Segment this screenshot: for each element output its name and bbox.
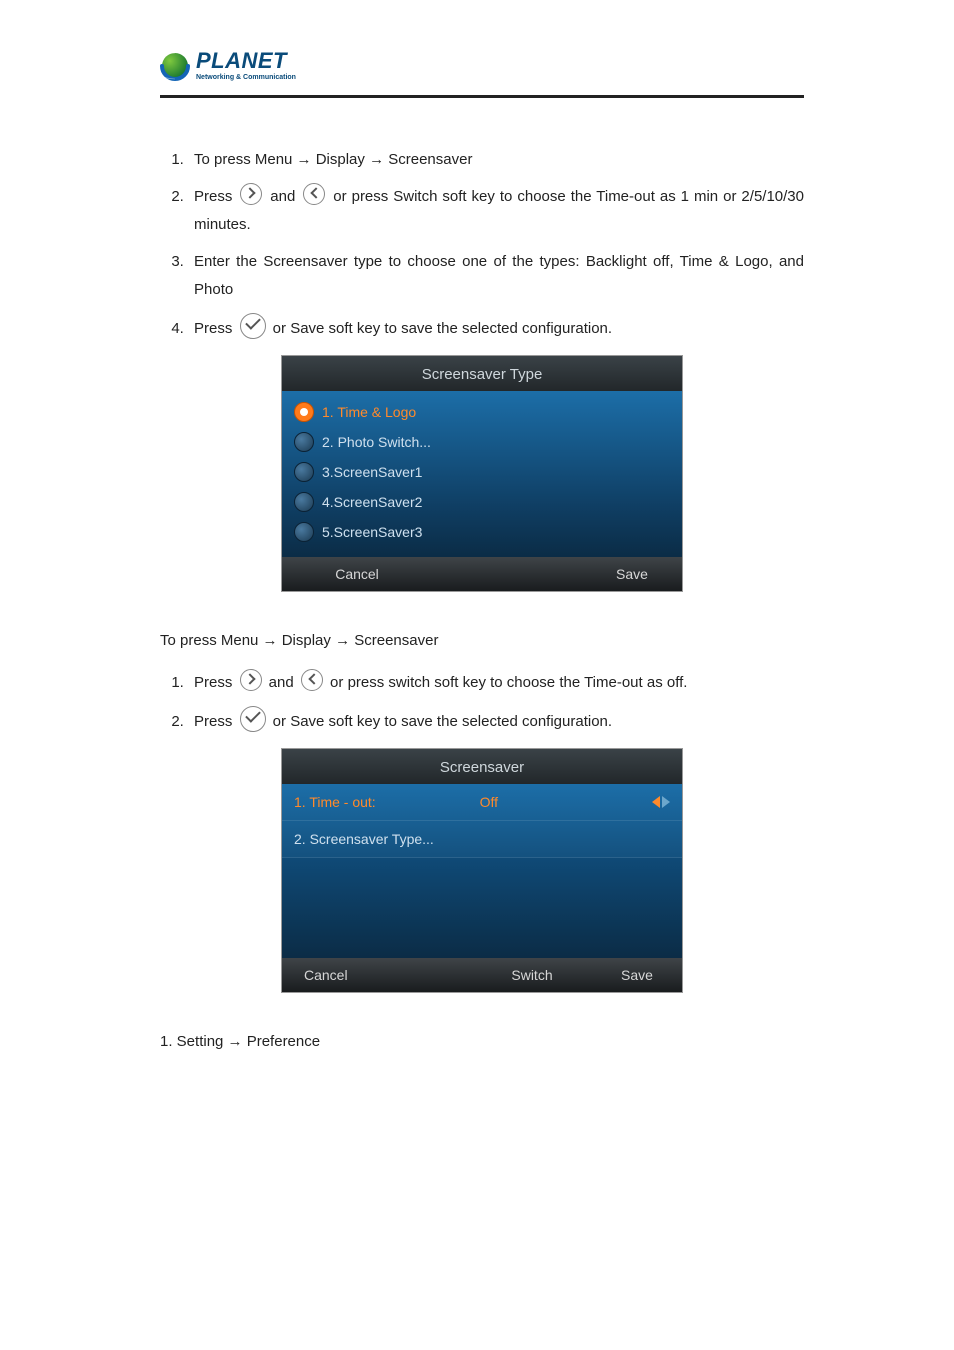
option-time-and-logo[interactable]: 1. Time & Logo [282,397,682,427]
chevron-left-icon [303,183,325,205]
option-screensaver3[interactable]: 5.ScreenSaver3 [282,517,682,547]
screensaver-type-row[interactable]: 2. Screensaver Type... [282,821,682,858]
softkey-cancel[interactable]: Cancel [282,958,472,992]
option-label: 5.ScreenSaver3 [322,524,422,540]
option-label: 2. Photo Switch... [322,434,431,450]
chevron-right-icon [240,669,262,691]
screensaver-title: Screensaver [282,749,682,784]
step-4-text: Press or Save soft key to save the selec… [194,320,612,337]
radio-icon [294,522,314,542]
screensaver-type-label: 2. Screensaver Type... [294,831,434,847]
check-circle-icon [240,313,266,339]
step-1: To press Menu → Display → Screensaver [188,146,804,175]
option-screensaver2[interactable]: 4.ScreenSaver2 [282,487,682,517]
brand-logo: PLANET Networking & Communication [160,50,804,81]
screensaver-type-screenshot: Screensaver Type 1. Time & Logo 2. Photo… [281,355,683,592]
softkey-switch[interactable]: Switch [472,958,592,992]
brand-name: PLANET [196,50,296,72]
header-divider [160,95,804,98]
step-2-text: Press and or press Switch soft key to ch… [194,188,804,234]
radio-icon [294,462,314,482]
screensaver-type-title: Screensaver Type [282,356,682,391]
section2-steps: Press and or press switch soft key to ch… [160,669,804,736]
step-4: Press or Save soft key to save the selec… [188,313,804,344]
option-label: 3.ScreenSaver1 [322,464,422,480]
setting-preference-line: 1. Setting → Preference [160,1033,804,1050]
chevron-left-icon [301,669,323,691]
time-out-row[interactable]: 1. Time - out: Off [282,784,682,821]
option-label: 1. Time & Logo [322,404,416,420]
softkey-save[interactable]: Save [582,557,682,591]
step-3-text: Enter the Screensaver type to choose one… [194,253,804,299]
screensaver-type-options: 1. Time & Logo 2. Photo Switch... 3.Scre… [282,391,682,557]
step2-1-text: Press and or press switch soft key to ch… [194,674,687,691]
screensaver-screenshot: Screensaver 1. Time - out: Off 2. Screen… [281,748,683,993]
softkey-spacer [432,557,582,591]
radio-selected-icon [294,402,314,422]
step-2: Press and or press Switch soft key to ch… [188,183,804,240]
softkey-save[interactable]: Save [592,958,682,992]
step2-2-text: Press or Save soft key to save the selec… [194,713,612,730]
chevron-right-icon [240,183,262,205]
section2-intro: To press Menu → Display → Screensaver [160,632,804,649]
option-screensaver1[interactable]: 3.ScreenSaver1 [282,457,682,487]
globe-icon [160,51,190,81]
softkey-cancel[interactable]: Cancel [282,557,432,591]
option-photo-switch[interactable]: 2. Photo Switch... [282,427,682,457]
section1-steps: To press Menu → Display → Screensaver Pr… [160,146,804,343]
step2-1: Press and or press switch soft key to ch… [188,669,804,698]
brand-tagline: Networking & Communication [196,74,296,81]
radio-icon [294,492,314,512]
time-out-value: Off [480,794,548,810]
radio-icon [294,432,314,452]
step2-2: Press or Save soft key to save the selec… [188,706,804,737]
step-3: Enter the Screensaver type to choose one… [188,248,804,305]
time-out-label: 1. Time - out: [294,794,376,810]
check-circle-icon [240,706,266,732]
left-right-arrows-icon [652,796,670,808]
step-1-text: To press Menu → Display → Screensaver [194,151,472,168]
option-label: 4.ScreenSaver2 [322,494,422,510]
